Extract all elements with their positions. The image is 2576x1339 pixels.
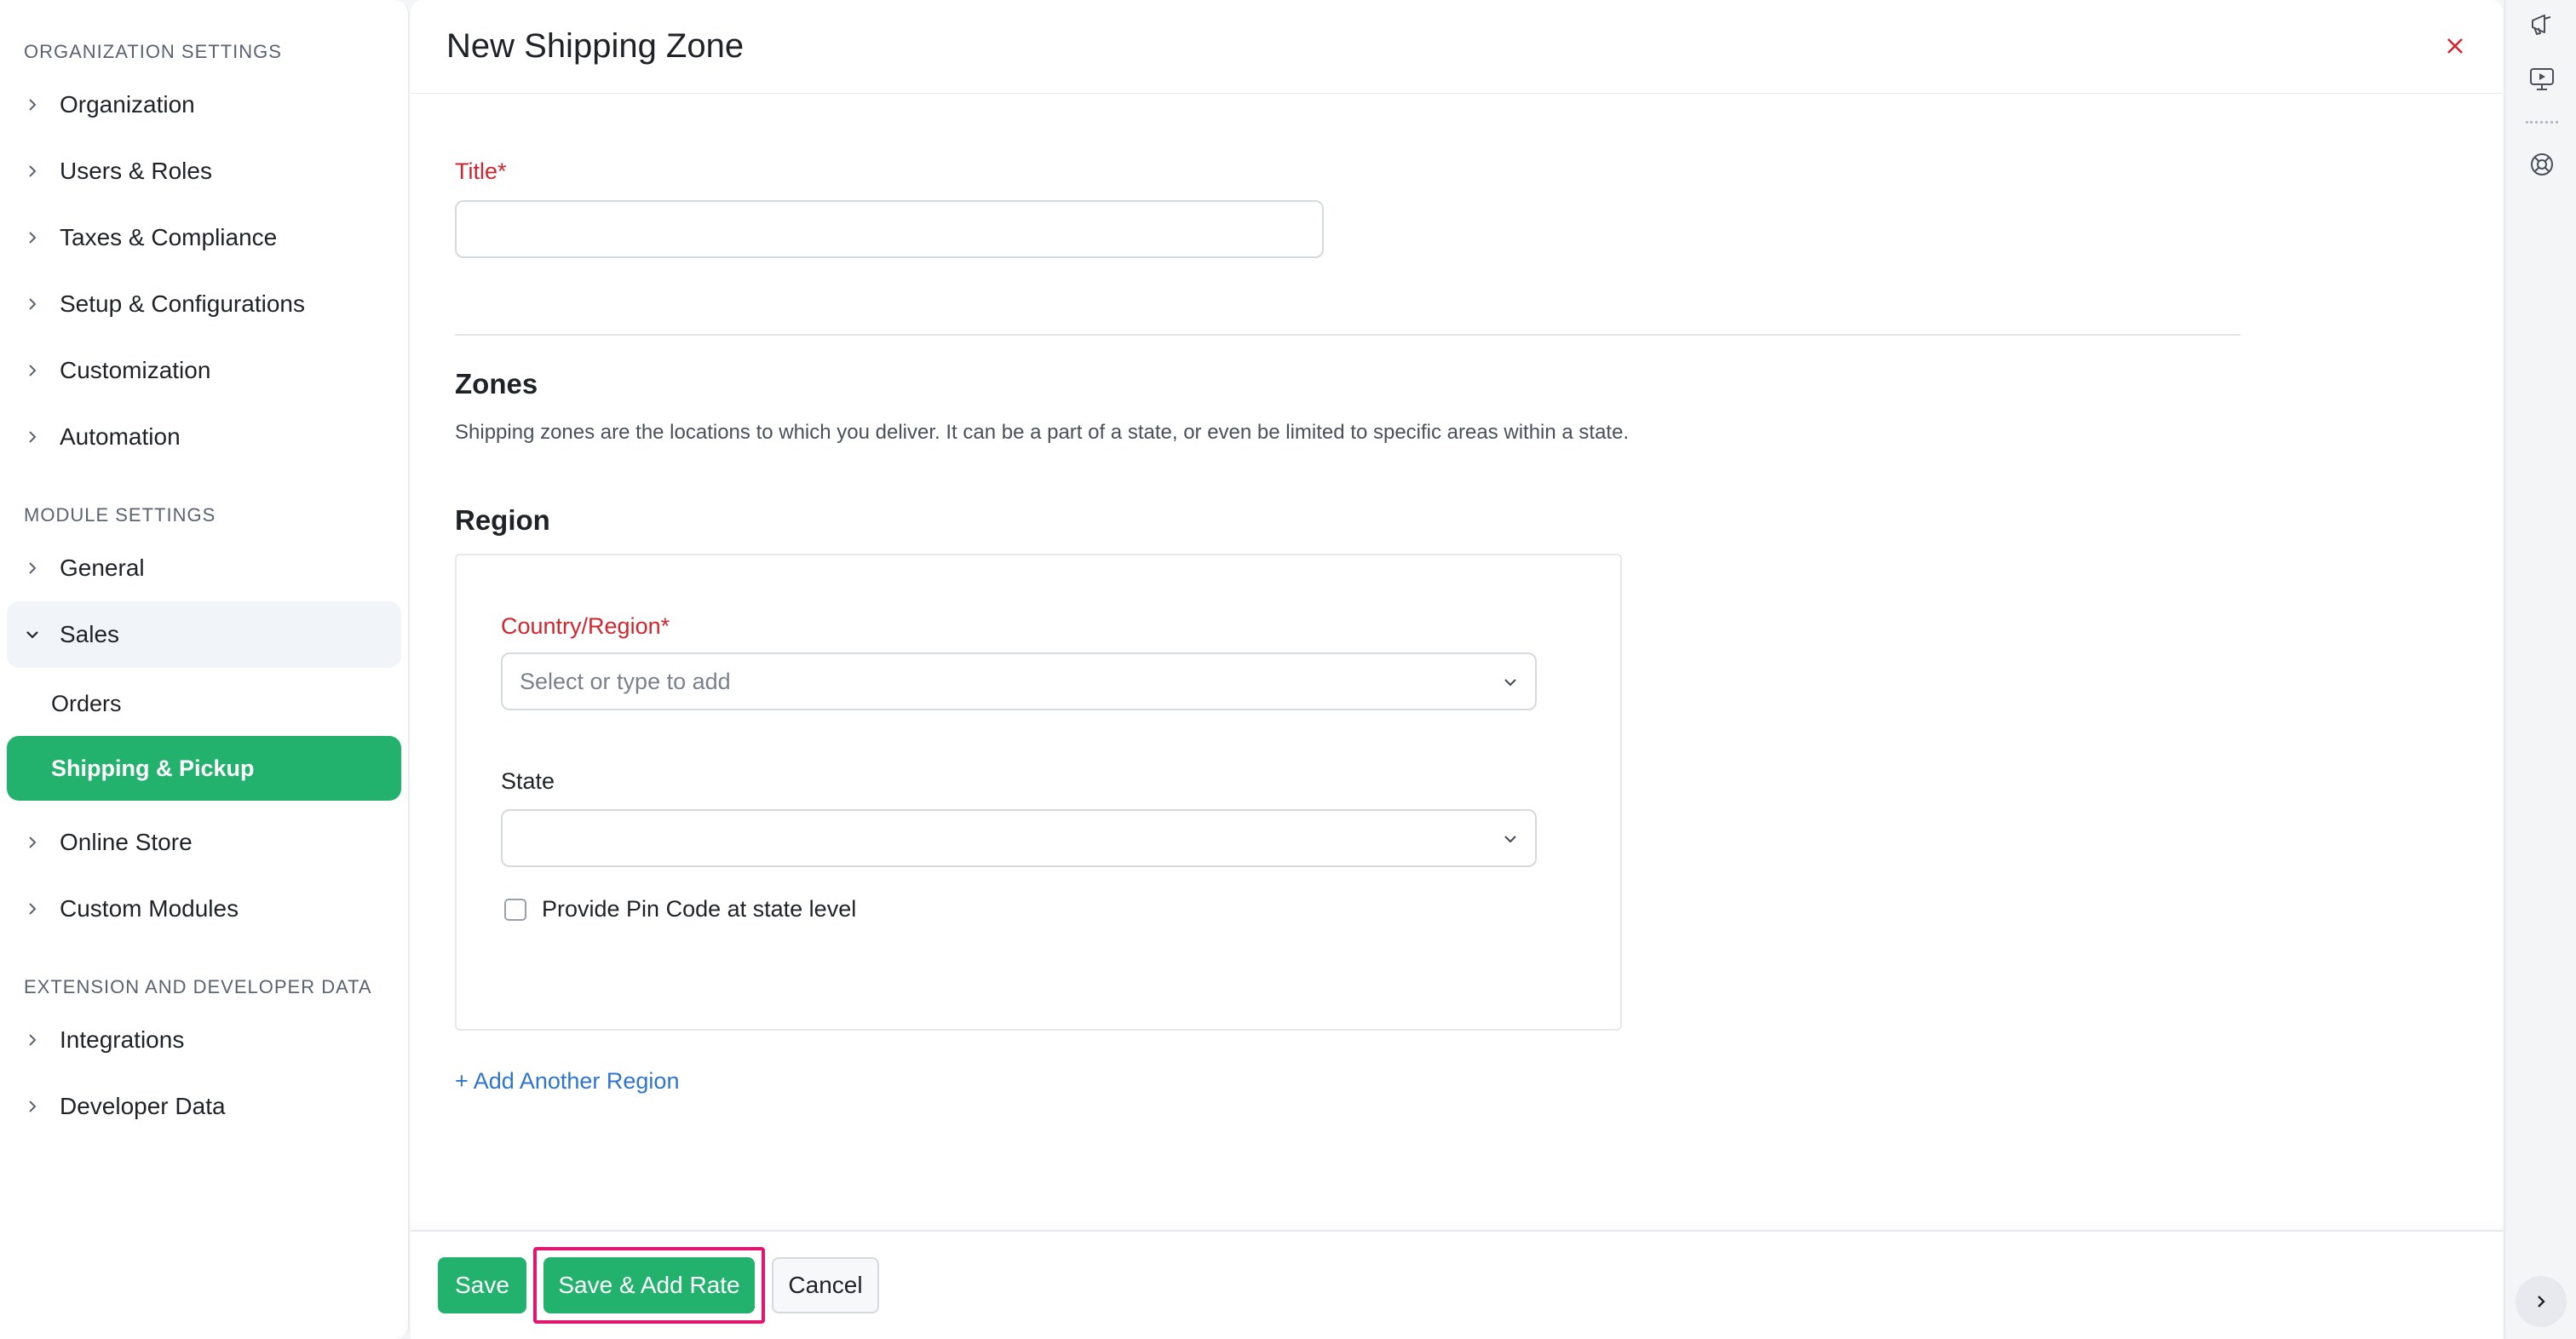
video-tutorials-button[interactable] bbox=[2526, 63, 2558, 95]
help-button[interactable] bbox=[2526, 148, 2558, 181]
zones-heading: Zones bbox=[455, 368, 538, 399]
state-label: State bbox=[501, 768, 555, 794]
sidebar-subitem-orders[interactable]: Orders bbox=[7, 671, 401, 736]
sidebar-subitem-shipping-pickup[interactable]: Shipping & Pickup bbox=[7, 736, 401, 801]
sidebar-item-label: Automation bbox=[60, 423, 181, 450]
chevron-right-icon bbox=[20, 159, 44, 183]
sidebar-item-sales[interactable]: Sales bbox=[7, 601, 401, 668]
cancel-button[interactable]: Cancel bbox=[772, 1257, 879, 1313]
close-icon bbox=[2447, 38, 2463, 54]
sidebar-item-label: Organization bbox=[60, 91, 195, 118]
sidebar-item-custom-modules[interactable]: Custom Modules bbox=[7, 876, 401, 942]
pin-code-checkbox[interactable] bbox=[504, 898, 526, 921]
chevron-down-icon bbox=[1504, 836, 1516, 843]
title-label: Title* bbox=[455, 158, 507, 184]
sidebar-item-online-store[interactable]: Online Store bbox=[7, 809, 401, 876]
section-header-module-settings: MODULE SETTINGS bbox=[24, 504, 216, 526]
country-region-label: Country/Region* bbox=[501, 613, 670, 639]
sidebar-item-label: Setup & Configurations bbox=[60, 290, 305, 317]
chevron-right-icon bbox=[20, 1028, 44, 1052]
chevron-right-icon bbox=[20, 556, 44, 580]
section-header-organization-settings: ORGANIZATION SETTINGS bbox=[24, 41, 282, 62]
add-another-region-link[interactable]: + Add Another Region bbox=[455, 1068, 679, 1095]
sidebar-item-customization[interactable]: Customization bbox=[7, 337, 401, 404]
settings-sidebar: ORGANIZATION SETTINGS Organization Users… bbox=[0, 0, 409, 1339]
chevron-right-icon bbox=[20, 93, 44, 117]
close-button[interactable] bbox=[2440, 31, 2470, 61]
chevron-right-icon bbox=[2538, 1296, 2545, 1307]
pin-code-checkbox-label: Provide Pin Code at state level bbox=[542, 896, 857, 922]
video-tutorial-icon bbox=[2530, 68, 2554, 90]
sidebar-item-label: Online Store bbox=[60, 829, 193, 855]
chevron-right-icon bbox=[20, 830, 44, 854]
sidebar-item-taxes-compliance[interactable]: Taxes & Compliance bbox=[7, 204, 401, 271]
title-input[interactable] bbox=[455, 200, 1324, 258]
form-footer: Save Save & Add Rate Cancel bbox=[411, 1230, 2503, 1339]
zones-description: Shipping zones are the locations to whic… bbox=[455, 421, 1630, 444]
sidebar-item-label: Orders bbox=[51, 690, 122, 716]
expand-rail-button[interactable] bbox=[2516, 1276, 2567, 1327]
chevron-right-icon bbox=[20, 226, 44, 250]
sidebar-item-users-roles[interactable]: Users & Roles bbox=[7, 138, 401, 204]
sidebar-item-general[interactable]: General bbox=[7, 535, 401, 601]
state-select[interactable] bbox=[501, 809, 1537, 867]
right-utility-rail bbox=[2504, 0, 2576, 1339]
shipping-zone-panel: New Shipping Zone Title* Zones Shipping … bbox=[411, 0, 2503, 1339]
chevron-down-icon bbox=[1504, 679, 1516, 687]
save-add-rate-button[interactable]: Save & Add Rate bbox=[543, 1257, 755, 1313]
pin-code-option[interactable]: Provide Pin Code at state level bbox=[504, 896, 856, 922]
save-button[interactable]: Save bbox=[438, 1257, 526, 1313]
section-header-extension-developer-data: EXTENSION AND DEVELOPER DATA bbox=[24, 976, 372, 997]
rail-divider bbox=[2526, 121, 2558, 124]
megaphone-icon bbox=[2532, 14, 2551, 35]
chevron-right-icon bbox=[20, 292, 44, 316]
sidebar-item-setup-configurations[interactable]: Setup & Configurations bbox=[7, 271, 401, 337]
help-lifebuoy-icon bbox=[2531, 153, 2553, 175]
region-card: Country/Region* Select or type to add St… bbox=[455, 554, 1622, 1031]
sidebar-item-label: Customization bbox=[60, 357, 211, 383]
sidebar-item-label: Custom Modules bbox=[60, 895, 239, 922]
sidebar-item-automation[interactable]: Automation bbox=[7, 404, 401, 470]
section-divider bbox=[455, 334, 2240, 336]
sidebar-item-label: General bbox=[60, 555, 145, 581]
chevron-right-icon bbox=[20, 425, 44, 449]
sidebar-item-integrations[interactable]: Integrations bbox=[7, 1007, 401, 1073]
sidebar-item-label: Taxes & Compliance bbox=[60, 224, 278, 250]
sidebar-item-label: Users & Roles bbox=[60, 158, 212, 184]
region-heading: Region bbox=[455, 504, 550, 536]
country-region-placeholder: Select or type to add bbox=[520, 668, 731, 694]
sidebar-item-developer-data[interactable]: Developer Data bbox=[7, 1073, 401, 1140]
chevron-right-icon bbox=[20, 897, 44, 921]
sidebar-item-organization[interactable]: Organization bbox=[7, 72, 401, 138]
chevron-right-icon bbox=[20, 359, 44, 382]
sidebar-item-label: Shipping & Pickup bbox=[51, 755, 255, 781]
sidebar-item-label: Sales bbox=[60, 621, 120, 647]
sidebar-item-label: Integrations bbox=[60, 1026, 185, 1053]
announcements-button[interactable] bbox=[2526, 9, 2558, 41]
chevron-right-icon bbox=[20, 1095, 44, 1118]
sidebar-item-label: Developer Data bbox=[60, 1093, 226, 1119]
country-region-select[interactable]: Select or type to add bbox=[501, 652, 1537, 710]
chevron-down-icon bbox=[20, 623, 44, 647]
panel-header: New Shipping Zone bbox=[411, 0, 2503, 94]
page-title: New Shipping Zone bbox=[446, 27, 745, 65]
